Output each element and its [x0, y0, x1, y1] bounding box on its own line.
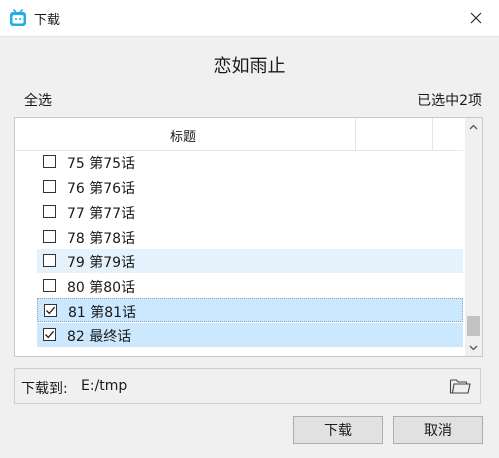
list-item[interactable]: 82 最终话 — [37, 323, 463, 347]
list-item[interactable]: 76 第76话 — [37, 175, 463, 199]
row-checkbox[interactable] — [43, 328, 56, 341]
column-separator[interactable] — [355, 118, 356, 150]
row-label: 82 最终话 — [67, 329, 132, 345]
download-path-label: 下载到: — [21, 381, 68, 397]
browse-folder-button[interactable] — [448, 376, 472, 396]
scroll-down-button[interactable] — [465, 339, 482, 356]
cancel-button[interactable]: 取消 — [393, 416, 483, 444]
row-checkbox[interactable] — [44, 304, 57, 317]
download-path-box: 下载到: E:/tmp — [14, 368, 481, 404]
row-label: 78 第78话 — [67, 231, 136, 247]
close-icon — [470, 12, 482, 24]
close-button[interactable] — [453, 0, 499, 36]
list-header: 标题 — [15, 118, 463, 151]
download-button[interactable]: 下载 — [293, 416, 383, 444]
folder-icon — [449, 379, 471, 394]
scroll-up-button[interactable] — [465, 118, 482, 135]
row-checkbox[interactable] — [43, 180, 56, 193]
row-checkbox[interactable] — [43, 155, 56, 168]
scroll-thumb[interactable] — [467, 316, 480, 336]
download-path-value: E:/tmp — [81, 378, 128, 394]
episode-list: 标题 75 第75话 76 第76话 77 第77话 78 第78话 79 第7… — [14, 117, 483, 357]
bilibili-tv-icon — [10, 9, 26, 26]
row-label: 75 第75话 — [67, 156, 136, 172]
row-checkbox[interactable] — [43, 205, 56, 218]
selected-count: 已选中2项 — [417, 93, 482, 109]
list-item[interactable]: 75 第75话 — [37, 150, 463, 174]
check-icon — [45, 330, 55, 339]
chevron-up-icon — [469, 124, 478, 129]
list-item[interactable]: 80 第80话 — [37, 274, 463, 298]
title-bar: 下载 — [0, 0, 499, 37]
check-icon — [46, 306, 56, 315]
column-header-title[interactable]: 标题 — [170, 126, 196, 145]
select-all-button[interactable]: 全选 — [24, 90, 52, 110]
chevron-down-icon — [469, 345, 478, 350]
list-item[interactable]: 79 第79话 — [37, 249, 463, 273]
row-label: 80 第80话 — [67, 280, 136, 296]
row-checkbox[interactable] — [43, 254, 56, 267]
column-separator[interactable] — [432, 118, 433, 150]
list-scrollbar[interactable] — [465, 118, 482, 356]
row-label: 77 第77话 — [67, 206, 136, 222]
list-item[interactable]: 77 第77话 — [37, 200, 463, 224]
list-item[interactable]: 78 第78话 — [37, 225, 463, 249]
row-label: 81 第81话 — [68, 305, 137, 321]
row-label: 79 第79话 — [67, 255, 136, 271]
row-label: 76 第76话 — [67, 181, 136, 197]
window-title: 下载 — [34, 13, 61, 28]
page-title: 恋如雨止 — [213, 56, 286, 77]
list-item[interactable]: 81 第81话 — [37, 298, 463, 322]
row-checkbox[interactable] — [43, 279, 56, 292]
row-checkbox[interactable] — [43, 230, 56, 243]
